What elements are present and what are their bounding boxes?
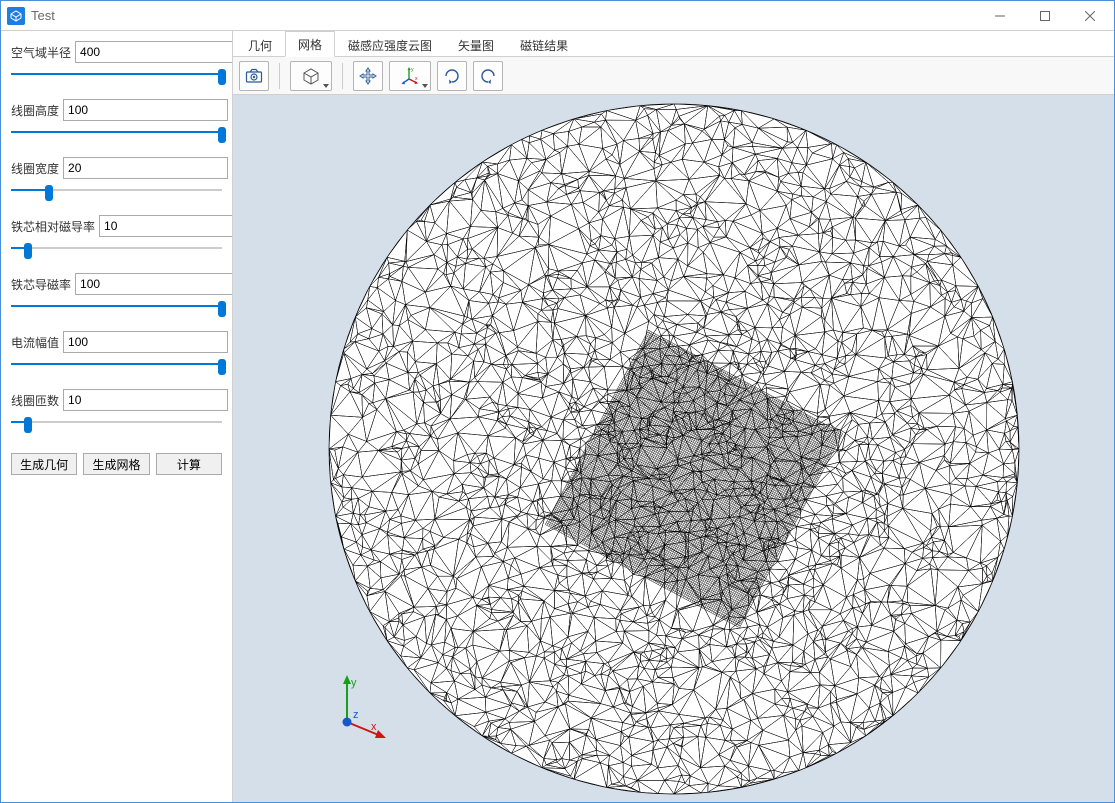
param-label: 铁芯相对磁导率: [11, 218, 95, 235]
window-title: Test: [31, 8, 55, 23]
param-slider[interactable]: [11, 125, 222, 139]
param-label: 线圈宽度: [11, 160, 59, 177]
param-slider[interactable]: [11, 415, 222, 429]
parameter-sidebar: 空气域半径 线圈高度 线圈宽度 铁芯相对磁导率: [1, 31, 233, 802]
tab[interactable]: 磁链结果: [507, 32, 581, 57]
tab[interactable]: 矢量图: [445, 32, 507, 57]
graphics-viewport[interactable]: y x z: [233, 95, 1114, 802]
svg-text:x: x: [415, 76, 418, 82]
minimize-button[interactable]: [977, 2, 1022, 30]
camera-icon[interactable]: [239, 61, 269, 91]
close-button[interactable]: [1067, 2, 1112, 30]
param-input[interactable]: [75, 273, 233, 295]
param-slider[interactable]: [11, 241, 222, 255]
tab-bar: 几何网格磁感应强度云图矢量图磁链结果: [233, 31, 1114, 57]
generate-geometry-button[interactable]: 生成几何: [11, 453, 77, 475]
compute-button[interactable]: 计算: [156, 453, 222, 475]
param-label: 铁芯导磁率: [11, 276, 71, 293]
tab[interactable]: 几何: [235, 32, 285, 57]
param-input[interactable]: [63, 331, 228, 353]
param-row: 铁芯相对磁导率: [11, 215, 222, 255]
param-row: 线圈宽度: [11, 157, 222, 197]
cube-view-button[interactable]: [290, 61, 332, 91]
main-panel: 几何网格磁感应强度云图矢量图磁链结果: [233, 31, 1114, 802]
param-input[interactable]: [99, 215, 233, 237]
param-label: 线圈高度: [11, 102, 59, 119]
param-label: 线圈匝数: [11, 392, 59, 409]
mesh-visualization: [294, 99, 1054, 799]
param-input[interactable]: [63, 99, 228, 121]
param-slider[interactable]: [11, 357, 222, 371]
action-button-row: 生成几何 生成网格 计算: [11, 453, 222, 475]
param-row: 电流幅值: [11, 331, 222, 371]
svg-text:y: y: [411, 67, 414, 73]
rotate-cw-button[interactable]: [437, 61, 467, 91]
tab[interactable]: 磁感应强度云图: [335, 32, 445, 57]
param-row: 线圈高度: [11, 99, 222, 139]
param-slider[interactable]: [11, 67, 222, 81]
axes-button[interactable]: y x: [389, 61, 431, 91]
param-slider[interactable]: [11, 299, 222, 313]
maximize-button[interactable]: [1022, 2, 1067, 30]
param-input[interactable]: [75, 41, 233, 63]
viewport-toolbar: y x: [233, 57, 1114, 95]
pan-button[interactable]: [353, 61, 383, 91]
titlebar: Test: [1, 1, 1114, 31]
param-row: 铁芯导磁率: [11, 273, 222, 313]
generate-mesh-button[interactable]: 生成网格: [83, 453, 149, 475]
param-input[interactable]: [63, 157, 228, 179]
param-input[interactable]: [63, 389, 228, 411]
app-icon: [7, 7, 25, 25]
param-row: 空气域半径: [11, 41, 222, 81]
rotate-ccw-button[interactable]: [473, 61, 503, 91]
tab[interactable]: 网格: [285, 31, 335, 57]
param-slider[interactable]: [11, 183, 222, 197]
app-window: Test 空气域半径 线圈高度 线圈宽度: [0, 0, 1115, 803]
param-row: 线圈匝数: [11, 389, 222, 429]
param-label: 空气域半径: [11, 44, 71, 61]
param-label: 电流幅值: [11, 334, 59, 351]
